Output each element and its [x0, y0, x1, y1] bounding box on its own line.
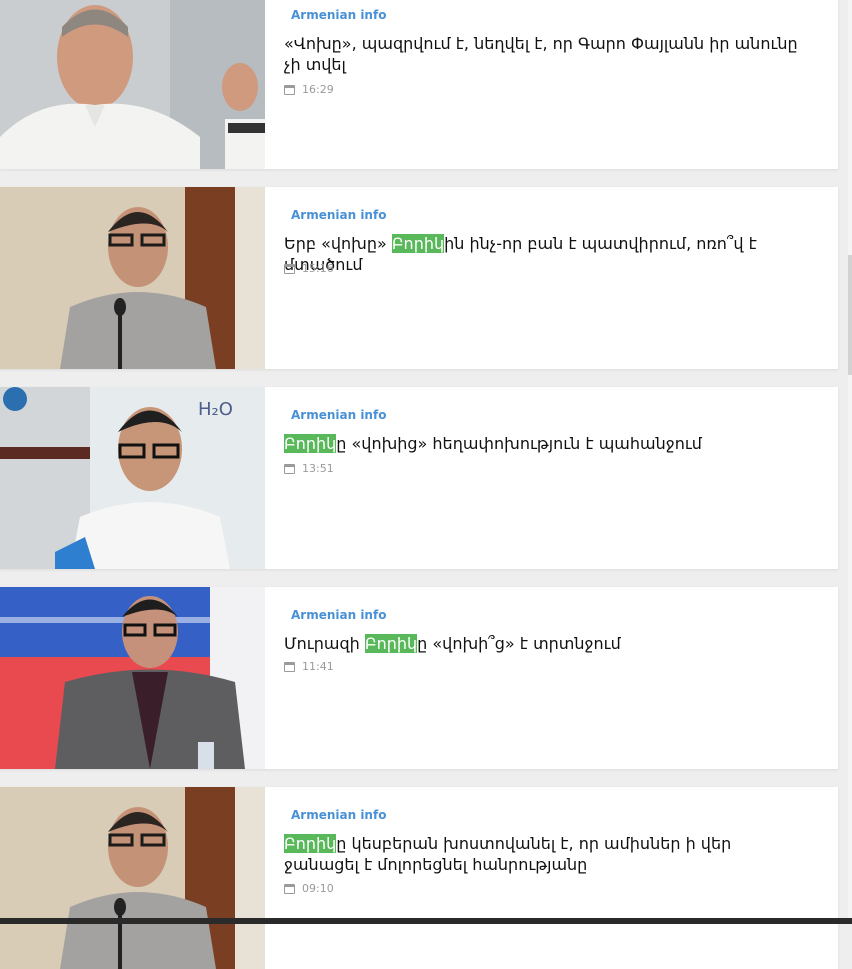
photo-older-man-gesturing — [0, 0, 265, 169]
category-link[interactable]: Armenian info — [291, 608, 386, 622]
title-text: Մուրազի — [284, 634, 365, 653]
category-link[interactable]: Armenian info — [291, 208, 386, 222]
title-text: «Վոխը», պազրվում է, նեղվել է, որ Գարո Փա… — [284, 34, 798, 74]
title-text: Երբ «վոխը» — [284, 234, 392, 253]
bottom-bar — [0, 918, 852, 924]
article-thumbnail[interactable]: H₂O — [0, 387, 265, 569]
article-meta: 11:41 — [284, 660, 334, 673]
highlighted-keyword: Բորիկ — [284, 834, 337, 853]
article-time: 13:51 — [302, 462, 334, 475]
article-time: 09:10 — [302, 882, 334, 895]
category-link[interactable]: Armenian info — [291, 408, 386, 422]
photo-young-man-tv-studio — [0, 587, 265, 769]
article-title[interactable]: «Վոխը», պազրվում է, նեղվել է, որ Գարո Փա… — [284, 33, 804, 75]
article-card[interactable]: Armenian info Մուրազի Բորիկը «վոխի՞ց» է … — [0, 587, 838, 769]
article-title[interactable]: Բորիկը կեսբերան խոստովանել է, որ ամիսներ… — [284, 833, 804, 875]
calendar-icon — [284, 84, 295, 95]
article-thumbnail[interactable] — [0, 0, 265, 169]
highlighted-keyword: Բորիկ — [284, 434, 337, 453]
article-card[interactable]: Armenian info «Վոխը», պազրվում է, նեղվել… — [0, 0, 838, 169]
scrollbar-track[interactable] — [848, 0, 852, 924]
calendar-icon — [284, 463, 295, 474]
title-text: ը «վոխի՞ց» է տրտնջում — [417, 634, 621, 653]
article-card[interactable]: Armenian info Բորիկը կեսբերան խոստովանել… — [0, 787, 838, 969]
svg-text:H₂O: H₂O — [198, 399, 233, 420]
calendar-icon — [284, 661, 295, 672]
article-card[interactable]: Armenian info Երբ «վոխը» Բորիկին ինչ-որ … — [0, 187, 838, 369]
photo-young-man-press: H₂O — [0, 387, 265, 569]
title-text: ը «վոխից» հեղափոխություն է պահանջում — [336, 434, 702, 453]
article-thumbnail[interactable] — [0, 587, 265, 769]
category-link[interactable]: Armenian info — [291, 8, 386, 22]
article-thumbnail[interactable] — [0, 787, 265, 969]
calendar-icon — [284, 263, 295, 274]
article-meta: 09:10 — [284, 882, 334, 895]
article-card[interactable]: H₂O Armenian info Բորիկը «վոխից» հեղափոխ… — [0, 387, 838, 569]
article-title[interactable]: Բորիկը «վոխից» հեղափոխություն է պահանջու… — [284, 433, 804, 454]
title-text: ը կեսբերան խոստովանել է, որ ամիսներ ի վե… — [284, 834, 732, 874]
article-time: 11:41 — [302, 660, 334, 673]
photo-young-man-podium — [0, 187, 265, 369]
article-title[interactable]: Մուրազի Բորիկը «վոխի՞ց» է տրտնջում — [284, 633, 804, 654]
scrollbar-thumb[interactable] — [848, 255, 852, 375]
calendar-icon — [284, 883, 295, 894]
article-time: 16:29 — [302, 83, 334, 96]
article-meta: 13:51 — [284, 462, 334, 475]
article-time: 15:16 — [302, 262, 334, 275]
highlighted-keyword: Բորիկ — [364, 634, 418, 653]
article-thumbnail[interactable] — [0, 187, 265, 369]
highlighted-keyword: Բորիկ — [391, 234, 445, 253]
article-meta: 15:16 — [284, 262, 334, 275]
category-link[interactable]: Armenian info — [291, 808, 386, 822]
article-meta: 16:29 — [284, 83, 334, 96]
photo-young-man-podium — [0, 787, 265, 969]
article-title[interactable]: Երբ «վոխը» Բորիկին ինչ-որ բան է պատվիրու… — [284, 233, 804, 275]
